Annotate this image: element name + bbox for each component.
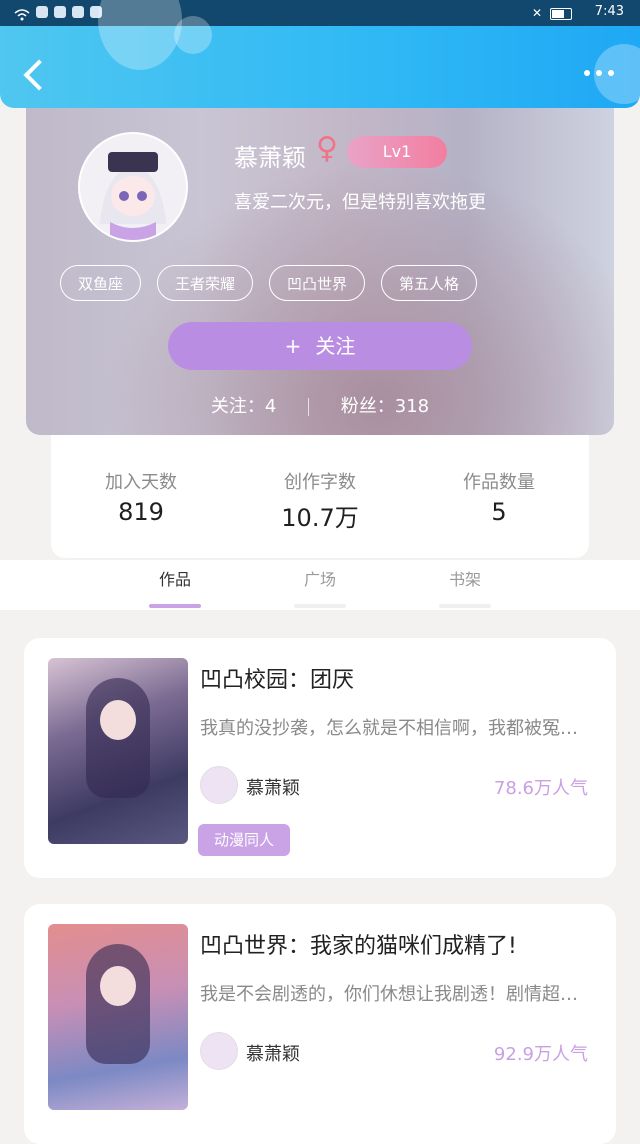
tab-label: 作品 xyxy=(158,570,191,589)
stat-word-count: 创作字数 10.7万 xyxy=(230,468,410,533)
work-card[interactable]: 凹凸世界：我家的猫咪们成精了! 我是不会剧透的，你们休想让我剧透！剧情超级精彩 … xyxy=(24,904,616,1144)
tab-bookshelf[interactable]: 书架 xyxy=(425,566,505,608)
username: 慕萧颖 xyxy=(234,144,306,172)
level-badge: Lv1 xyxy=(347,136,447,168)
follow-button[interactable]: + 关注 xyxy=(168,322,472,370)
profile-card: 慕萧颖 ♀ Lv1 喜爱二次元，但是特别喜欢拖更 双鱼座 王者荣耀 凹凸世界 第… xyxy=(26,92,614,435)
follow-counts: 关注：4 粉丝：318 xyxy=(26,392,614,418)
author-name: 慕萧颖 xyxy=(246,778,300,799)
more-dot xyxy=(584,70,590,76)
tab-indicator xyxy=(294,604,346,608)
interest-tag[interactable]: 凹凸世界 xyxy=(269,265,366,301)
work-popularity: 92.9万人气 xyxy=(493,1044,588,1065)
following-count[interactable]: 关注：4 xyxy=(211,392,276,418)
work-title: 凹凸世界：我家的猫咪们成精了! xyxy=(200,934,517,959)
work-cover-image[interactable] xyxy=(48,924,188,1110)
interest-tags: 双鱼座 王者荣耀 凹凸世界 第五人格 xyxy=(60,265,478,301)
stat-label: 创作字数 xyxy=(284,472,356,493)
stat-join-days: 加入天数 819 xyxy=(51,468,231,526)
interest-tag[interactable]: 双鱼座 xyxy=(60,265,142,301)
tab-indicator xyxy=(439,604,491,608)
avatar[interactable] xyxy=(78,132,188,242)
status-icons xyxy=(14,6,102,21)
status-bar: ✕ 7:43 xyxy=(0,0,640,26)
plus-icon: + xyxy=(284,334,302,358)
search-app-icon xyxy=(72,6,84,18)
tab-works[interactable]: 作品 xyxy=(135,566,215,608)
tab-label: 广场 xyxy=(303,570,336,589)
work-description: 我真的没抄袭，怎么就是不相信啊，我都被冤枉得要哭了 xyxy=(200,718,592,739)
shield-icon xyxy=(36,6,48,18)
more-options-icon[interactable] xyxy=(584,70,614,76)
cover-figure-face xyxy=(100,966,136,1006)
more-dot xyxy=(608,70,614,76)
female-gender-icon: ♀ xyxy=(316,131,338,166)
stat-value: 819 xyxy=(118,498,164,526)
user-signature: 喜爱二次元，但是特别喜欢拖更 xyxy=(234,192,486,213)
more-dot xyxy=(596,70,602,76)
work-title: 凹凸校园：团厌 xyxy=(200,668,355,693)
fans-count[interactable]: 粉丝：318 xyxy=(341,392,429,418)
decor-bubble xyxy=(174,16,212,54)
gallery-icon xyxy=(54,6,66,18)
interest-tag[interactable]: 王者荣耀 xyxy=(157,265,254,301)
author-name: 慕萧颖 xyxy=(246,1044,300,1065)
work-cover-image[interactable] xyxy=(48,658,188,844)
stat-label: 作品数量 xyxy=(463,472,535,493)
decor-bubble xyxy=(98,0,182,70)
stat-label: 加入天数 xyxy=(105,472,177,493)
cover-figure-face xyxy=(100,700,136,740)
tab-label: 书架 xyxy=(448,570,481,589)
tab-square[interactable]: 广场 xyxy=(280,566,360,608)
battery-icon xyxy=(550,8,572,20)
stat-value: 5 xyxy=(491,498,507,526)
back-icon[interactable] xyxy=(22,58,50,94)
no-sim-icon: ✕ xyxy=(532,6,543,20)
work-category-tag[interactable]: 动漫同人 xyxy=(198,824,291,856)
author-avatar xyxy=(200,1032,238,1070)
author-avatar xyxy=(200,766,238,804)
follow-label: 关注 xyxy=(315,334,356,358)
status-time: 7:43 xyxy=(594,4,624,19)
stats-card: 加入天数 819 创作字数 10.7万 作品数量 5 xyxy=(51,420,589,558)
stat-value: 10.7万 xyxy=(281,504,359,532)
interest-tag[interactable]: 第五人格 xyxy=(381,265,478,301)
tab-indicator xyxy=(149,604,201,608)
wifi-icon xyxy=(14,6,30,21)
stat-works-count: 作品数量 5 xyxy=(409,468,589,526)
work-popularity: 78.6万人气 xyxy=(493,778,588,799)
divider xyxy=(308,398,310,416)
profile-tabs: 作品 广场 书架 xyxy=(0,560,640,610)
work-card[interactable]: 凹凸校园：团厌 我真的没抄袭，怎么就是不相信啊，我都被冤枉得要哭了 慕萧颖 78… xyxy=(24,638,616,878)
header-bar: ✕ 7:43 xyxy=(0,0,640,108)
work-description: 我是不会剧透的，你们休想让我剧透！剧情超级精彩 xyxy=(200,984,592,1005)
